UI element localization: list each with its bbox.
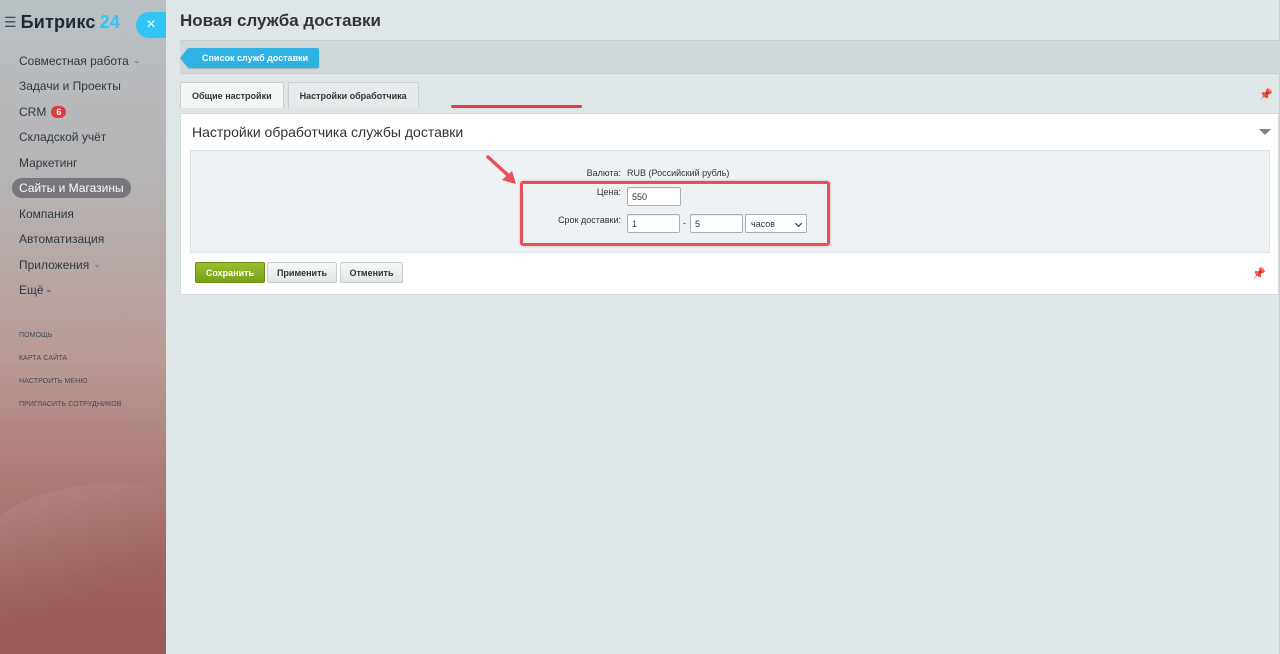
sidebar-item-more[interactable]: Ещё - — [12, 278, 162, 304]
invite-users-link[interactable]: ПРИГЛАСИТЬ СОТРУДНИКОВ — [19, 393, 122, 416]
cancel-button[interactable]: Отменить — [340, 262, 403, 283]
sidebar-item-tasks[interactable]: Задачи и Проекты — [12, 74, 162, 100]
sidebar-menu: Совместная работа ⌄ Задачи и Проекты CRM 6… — [12, 48, 162, 303]
sidebar-utility-links: ПОМОЩЬ КАРТА САЙТА НАСТРОИТЬ МЕНЮ ПРИГЛА… — [19, 324, 122, 416]
currency-value: RUB (Российский рубль) — [627, 168, 730, 178]
annotation-highlight-box — [520, 181, 830, 246]
logo[interactable]: Битрикс 24 — [21, 12, 120, 33]
annotation-arrow-icon — [486, 155, 516, 184]
pin-icon[interactable]: 📌 — [1259, 88, 1273, 101]
sidebar-item-collaboration[interactable]: Совместная работа ⌄ — [12, 48, 162, 74]
save-button[interactable]: Сохранить — [195, 262, 265, 283]
hamburger-menu-icon[interactable]: ☰ — [4, 14, 17, 31]
sidebar-item-crm[interactable]: CRM 6 — [12, 99, 162, 125]
sidebar-item-sites-shops[interactable]: Сайты и Магазины — [12, 176, 162, 202]
close-icon: × — [146, 16, 156, 33]
chevron-down-icon: ⌄ — [132, 55, 141, 66]
sidebar-item-applications[interactable]: Приложения ⌄ — [12, 252, 162, 278]
sidebar-item-warehouse[interactable]: Складской учёт — [12, 125, 162, 151]
collapse-arrow-icon[interactable] — [1259, 129, 1271, 135]
tab-handler-settings[interactable]: Настройки обработчика — [287, 82, 419, 108]
close-sidebar-button[interactable]: × — [136, 12, 166, 38]
logo-number: 24 — [99, 12, 121, 32]
sidebar-item-company[interactable]: Компания — [12, 201, 162, 227]
active-tab-annotation-underline — [451, 105, 582, 108]
apply-button[interactable]: Применить — [267, 262, 337, 283]
help-link[interactable]: ПОМОЩЬ — [19, 324, 122, 347]
delivery-services-list-button[interactable]: Список служб доставки — [179, 48, 320, 68]
pin-icon[interactable]: 📌 — [1252, 267, 1266, 280]
page-title: Новая служба доставки — [180, 11, 382, 30]
panel-title: Настройки обработчика службы доставки — [192, 124, 464, 140]
logo-text: Битрикс — [20, 12, 96, 32]
currency-label: Валюта: — [586, 168, 621, 178]
sidebar-header: ☰ Битрикс 24 — [4, 12, 120, 33]
sidebar-background-wave — [0, 484, 166, 654]
main-content: Новая служба доставки Список служб доста… — [166, 0, 1280, 654]
sitemap-link[interactable]: КАРТА САЙТА — [19, 347, 122, 370]
toolbar: Список служб доставки — [179, 40, 1280, 74]
tab-general-settings[interactable]: Общие настройки — [180, 82, 284, 108]
sidebar-item-automation[interactable]: Автоматизация — [12, 227, 162, 253]
sidebar-item-marketing[interactable]: Маркетинг — [12, 150, 162, 176]
chevron-down-icon: ⌄ — [93, 259, 101, 270]
crm-count-badge: 6 — [51, 105, 67, 118]
tab-bar: Общие настройки Настройки обработчика — [180, 82, 423, 109]
configure-menu-link[interactable]: НАСТРОИТЬ МЕНЮ — [19, 370, 122, 393]
sidebar: ☰ Битрикс 24 × Совместная работа ⌄ Задачи … — [0, 0, 166, 654]
